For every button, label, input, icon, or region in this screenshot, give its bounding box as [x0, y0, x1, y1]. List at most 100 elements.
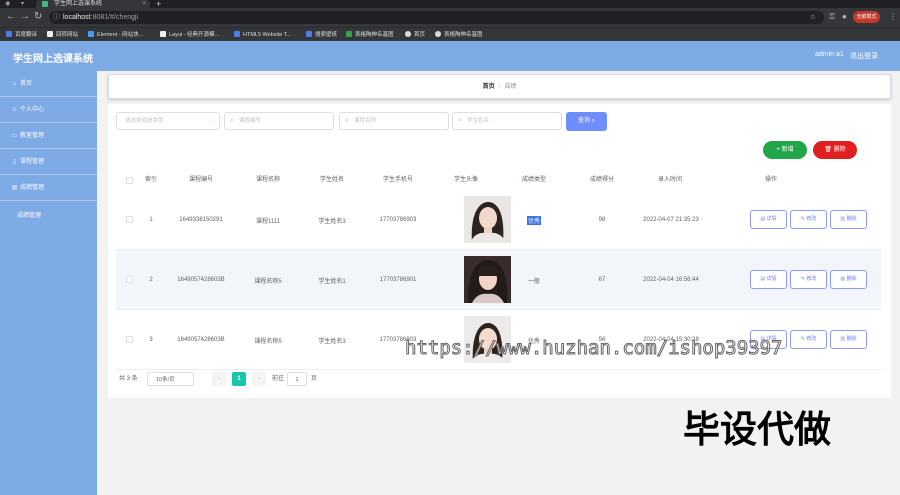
- search-icon: ⌕: [230, 117, 234, 124]
- close-tab-icon[interactable]: ×: [142, 0, 146, 8]
- sidebar: ⌂ 首页 ☺ 个人中心 ▭ 教室管理 ▯ 课程管理 ▤ 成绩管理 成绩管理: [0, 71, 97, 495]
- column-header: 录入时间: [657, 177, 682, 183]
- bookmark-icon: [234, 31, 240, 37]
- edit-button[interactable]: ✎ 修改: [790, 210, 827, 229]
- table-row[interactable]: 1 1649338150291 课程1111 学生姓名3 17703786903…: [116, 190, 881, 250]
- forward-icon[interactable]: →: [20, 11, 30, 22]
- add-button[interactable]: + 新增: [763, 141, 807, 159]
- goto-label: 前往: [272, 376, 285, 382]
- column-header: 成绩类型: [521, 177, 546, 183]
- next-page-button[interactable]: ›: [252, 372, 266, 386]
- bookmark-item[interactable]: 表格陶伸名基图: [435, 28, 483, 42]
- bookmark-item[interactable]: Layui - 经典开源模...: [160, 28, 219, 42]
- row-delete-button[interactable]: ▥ 删除: [830, 330, 867, 349]
- incognito-badge[interactable]: 无痕模式: [853, 11, 880, 23]
- sidebar-item-home[interactable]: ⌂ 首页: [0, 71, 97, 97]
- reload-icon[interactable]: ↻: [34, 11, 42, 22]
- bookmark-item[interactable]: 百度翻译: [6, 28, 37, 42]
- select-all-checkbox[interactable]: [126, 177, 133, 184]
- row-checkbox[interactable]: [126, 276, 133, 283]
- breadcrumb-current: 成绩: [504, 84, 517, 90]
- document-icon: ▯: [12, 159, 17, 165]
- sidebar-item-course[interactable]: ▯ 课程管理: [0, 149, 97, 175]
- logout-link[interactable]: 退出登录: [850, 51, 878, 61]
- cell-course-name: 课程名称5: [254, 278, 282, 285]
- sidebar-item-grades[interactable]: ▤ 成绩管理: [0, 175, 97, 201]
- sidebar-item-classroom[interactable]: ▭ 教室管理: [0, 123, 97, 149]
- app-menu-icon[interactable]: ◉: [5, 0, 10, 7]
- cell-phone: 17703786903: [379, 217, 417, 223]
- app-header: 学生网上选课系统 admin a1 退出登录: [0, 41, 900, 71]
- column-header: 学生手机号: [382, 177, 413, 183]
- breadcrumb: 首页 / 成绩: [108, 74, 891, 99]
- detail-button[interactable]: ▤ 详情: [750, 270, 787, 289]
- cell-time: 2022-04-04 16:56:44: [643, 277, 699, 283]
- goto-page-input[interactable]: 1: [287, 372, 307, 386]
- bookmark-star-icon[interactable]: ☆: [810, 11, 816, 24]
- bookmark-icon: [346, 31, 352, 37]
- cell-index: 1: [149, 217, 153, 223]
- plus-icon: +: [776, 147, 780, 153]
- tab-search-icon[interactable]: ▾: [21, 0, 24, 7]
- column-header: 成绩得分: [589, 177, 614, 183]
- profile-icon[interactable]: ●: [842, 12, 847, 21]
- grade-type-select[interactable]: 请选择成绩类型 ⌄: [116, 112, 220, 130]
- site-info-icon[interactable]: ⓘ: [53, 11, 60, 24]
- bookmark-icon: [306, 31, 312, 37]
- breadcrumb-separator: /: [498, 84, 501, 90]
- app-title: 学生网上选课系统: [13, 54, 93, 65]
- column-header: 学生头像: [453, 177, 478, 183]
- delete-button[interactable]: 🗑 删除: [813, 141, 857, 159]
- cell-student-name: 学生姓名3: [318, 218, 346, 225]
- row-delete-button[interactable]: ▥ 删除: [830, 210, 867, 229]
- detail-button[interactable]: ▤ 详情: [750, 210, 787, 229]
- page-number[interactable]: 1: [232, 372, 246, 386]
- key-icon[interactable]: ⚿: [829, 12, 835, 22]
- back-icon[interactable]: ←: [6, 11, 16, 22]
- table-row[interactable]: 2 1649057428603B 课程名称5 学生姓名1 17703786901…: [116, 250, 881, 310]
- breadcrumb-home[interactable]: 首页: [483, 84, 495, 90]
- trash-icon: 🗑: [824, 147, 832, 153]
- url-field[interactable]: ⓘ localhost:8081/#/chengji ☆: [49, 11, 824, 24]
- bookmark-item[interactable]: 回转网站: [47, 28, 78, 42]
- prev-page-button[interactable]: ‹: [212, 372, 226, 386]
- query-button[interactable]: 查询 ⌕: [566, 112, 607, 131]
- home-icon: ⌂: [12, 81, 17, 87]
- edit-button[interactable]: ✎ 修改: [790, 270, 827, 289]
- bookmark-item[interactable]: HTML5 Website T...: [234, 28, 291, 42]
- chevron-left-icon: ‹: [218, 376, 220, 382]
- browser-tab[interactable]: 学生网上选课系统 ×: [36, 0, 150, 8]
- edit-button[interactable]: ✎ 修改: [790, 330, 827, 349]
- trash-icon: ▥: [840, 216, 846, 222]
- folder-icon: ▭: [11, 133, 18, 139]
- cell-course-name: 课程1111: [255, 218, 280, 225]
- cell-course-no: 1649057428603B: [177, 277, 225, 283]
- trash-icon: ▥: [840, 336, 846, 342]
- student-name-input[interactable]: ⌕ 学生姓名: [452, 112, 562, 130]
- cell-course-no: 1649338150291: [179, 217, 223, 223]
- bookmark-item[interactable]: 表格陶伸名基图: [346, 28, 394, 42]
- column-header: 课程名称: [255, 177, 280, 183]
- cell-student-name: 学生姓名3: [318, 338, 346, 345]
- cell-time: 2022-04-07 21:35:23: [643, 217, 699, 223]
- edit-icon: ✎: [800, 336, 805, 342]
- bookmark-item[interactable]: Element - 网站快...: [88, 28, 143, 42]
- course-name-input[interactable]: ⌕ 课程名称: [339, 112, 449, 130]
- sidebar-item-profile[interactable]: ☺ 个人中心: [0, 97, 97, 123]
- cell-score: 98: [598, 217, 606, 223]
- sidebar-subitem-grades[interactable]: 成绩管理: [17, 210, 41, 219]
- bookmark-item[interactable]: 搜索壁纸: [306, 28, 337, 42]
- bookmark-item[interactable]: 首页: [405, 28, 425, 42]
- url-host: localhost: [63, 14, 91, 21]
- page-size-select[interactable]: 10条/页: [147, 372, 194, 386]
- browser-menu-icon[interactable]: ⋮: [889, 12, 897, 21]
- row-delete-button[interactable]: ▥ 删除: [830, 270, 867, 289]
- search-icon: ⌕: [591, 118, 596, 124]
- course-no-input[interactable]: ⌕ 课程编号: [224, 112, 334, 130]
- search-icon: ⌕: [345, 117, 349, 124]
- row-checkbox[interactable]: [126, 336, 133, 343]
- bookmark-icon: [47, 31, 53, 37]
- row-checkbox[interactable]: [126, 216, 133, 223]
- table-header: 索引 课程编号 课程名称 学生姓名 学生手机号 学生头像 成绩类型 成绩得分 录…: [116, 170, 881, 190]
- page-suffix: 页: [311, 376, 318, 382]
